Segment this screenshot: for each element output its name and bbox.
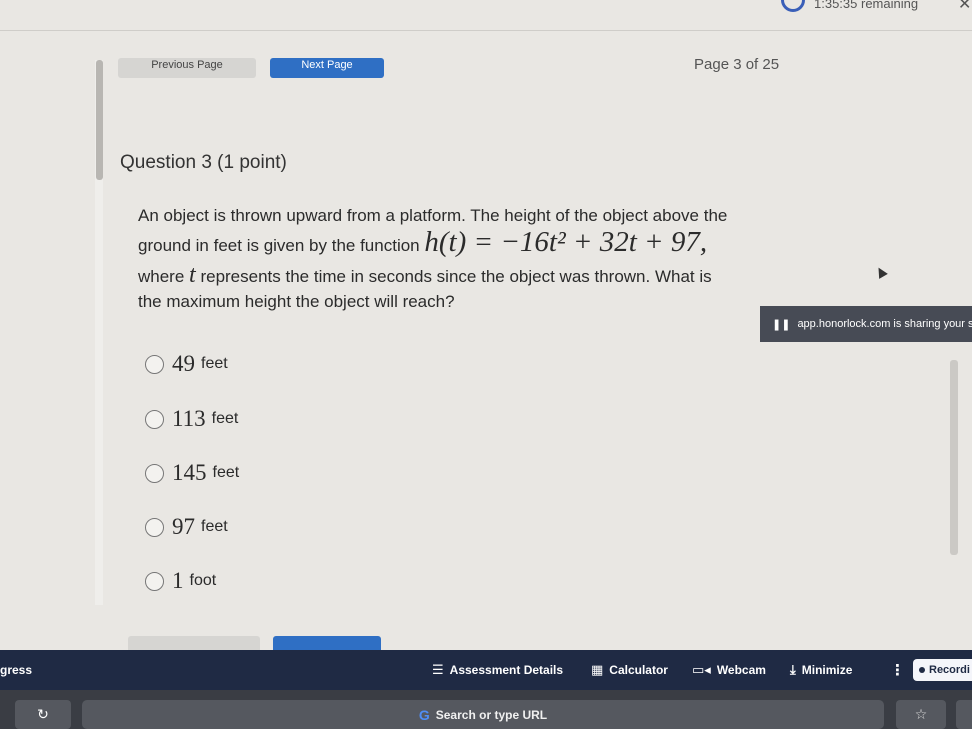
option-value: 97: [172, 514, 195, 539]
radio-button[interactable]: [145, 354, 164, 374]
list-icon: ☰: [432, 662, 444, 677]
answer-option[interactable]: 113 feet: [145, 406, 238, 432]
question-text-segment: represents the time in seconds since the…: [200, 267, 712, 286]
previous-page-button[interactable]: Previous Page: [118, 58, 256, 78]
option-value: 113: [172, 406, 206, 431]
option-unit: feet: [211, 410, 239, 427]
calculator-icon: ▦: [591, 662, 604, 677]
extension-button[interactable]: [956, 700, 972, 729]
google-icon: G: [418, 706, 430, 723]
webcam-label: Webcam: [716, 663, 766, 677]
option-value: 1: [172, 568, 184, 593]
question-text-segment: where: [138, 267, 185, 286]
question-text-segment: ground in feet is given by the function: [138, 236, 420, 255]
timer-text: 1:35:35 remaining: [814, 0, 919, 11]
webcam-button[interactable]: ▭◂ Webcam: [692, 650, 766, 690]
right-scrollbar[interactable]: [950, 360, 958, 555]
radio-button[interactable]: [145, 571, 164, 591]
page-indicator: Page 3 of 25: [694, 56, 780, 73]
url-bar[interactable]: G Search or type URL: [82, 700, 884, 729]
option-unit: feet: [212, 464, 240, 481]
answer-option[interactable]: 145 feet: [145, 460, 239, 486]
next-page-button[interactable]: Next Page: [270, 58, 384, 78]
radio-button[interactable]: [145, 463, 164, 483]
option-unit: feet: [201, 355, 228, 372]
scrollbar-thumb[interactable]: [96, 60, 103, 180]
more-vertical-icon[interactable]: ⋮: [890, 650, 905, 690]
minimize-button[interactable]: ⤓ Minimize: [790, 650, 852, 690]
top-bar: 1:35:35 remaining ✕: [0, 0, 972, 30]
download-icon: ⤓: [790, 662, 796, 677]
radio-button[interactable]: [145, 409, 164, 429]
question-text-line-2: ground in feet is given by the function …: [138, 226, 707, 259]
recording-dot: [919, 667, 925, 673]
question-text-line-1: An object is thrown upward from a platfo…: [138, 206, 728, 225]
answer-option[interactable]: 49 feet: [145, 351, 228, 377]
question-text-line-3: where t represents the time in seconds s…: [138, 262, 712, 289]
recording-label: Recordi: [929, 664, 970, 676]
minimize-label: Minimize: [801, 663, 853, 677]
progress-label: gress: [0, 663, 33, 677]
next-page-button-bottom[interactable]: [273, 636, 381, 650]
close-icon[interactable]: ✕: [958, 0, 971, 14]
calculator-button[interactable]: ▦ Calculator: [591, 650, 668, 690]
url-placeholder: Search or type URL: [435, 707, 548, 722]
star-icon[interactable]: ☆: [896, 700, 946, 729]
pause-icon[interactable]: ❚❚: [772, 318, 790, 331]
option-unit: foot: [189, 572, 217, 589]
divider: [0, 30, 972, 31]
answer-option[interactable]: 97 feet: [145, 514, 228, 540]
mouse-cursor-icon: [874, 265, 888, 279]
proctor-toolbar: gress ☰ Assessment Details ▦ Calculator …: [0, 650, 972, 690]
share-banner-text: app.honorlock.com is sharing your sc: [797, 318, 972, 330]
option-unit: feet: [201, 518, 228, 535]
assessment-details-button[interactable]: ☰ Assessment Details: [432, 650, 563, 690]
recording-indicator: Recordi: [913, 659, 972, 681]
variable-t: t: [189, 262, 196, 288]
option-value: 49: [172, 351, 195, 376]
equation: h(t) = −16t² + 32t + 97,: [424, 226, 708, 258]
calculator-label: Calculator: [609, 663, 668, 677]
webcam-icon: ▭◂: [692, 662, 711, 677]
timer-ring-icon: [781, 0, 805, 12]
question-text-line-4: the maximum height the object will reach…: [138, 292, 455, 311]
screen-share-banner: ❚❚ app.honorlock.com is sharing your sc: [760, 306, 972, 342]
option-value: 145: [172, 460, 207, 485]
previous-page-button-bottom[interactable]: [128, 636, 260, 650]
radio-button[interactable]: [145, 517, 164, 537]
answer-option[interactable]: 1 foot: [145, 568, 216, 594]
assessment-details-label: Assessment Details: [449, 663, 564, 677]
reload-icon[interactable]: ↻: [15, 700, 71, 729]
question-title: Question 3 (1 point): [120, 152, 287, 173]
